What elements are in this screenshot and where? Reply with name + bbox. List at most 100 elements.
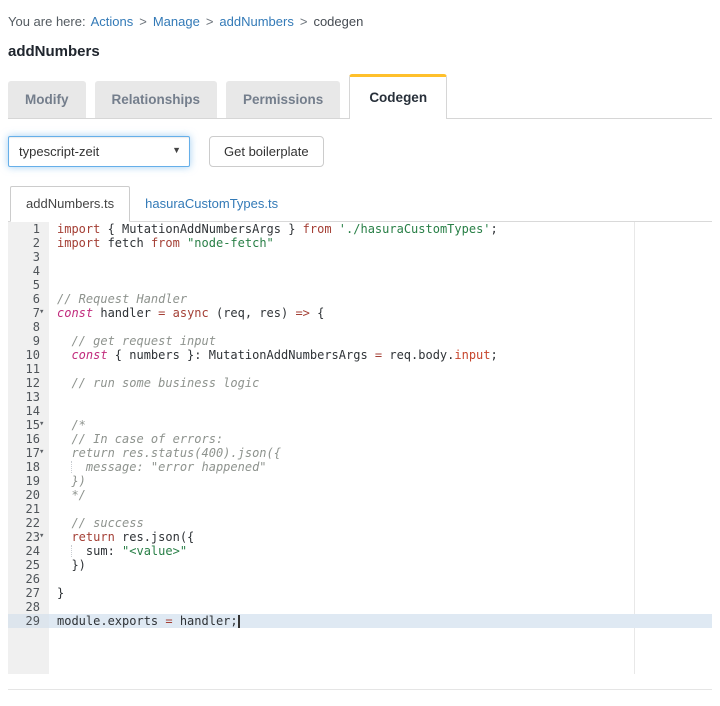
- code-text[interactable]: [49, 572, 712, 586]
- tab-relationships[interactable]: Relationships: [95, 81, 218, 118]
- gutter-cell: 28: [8, 600, 49, 614]
- code-line[interactable]: 23▾ return res.json({: [8, 530, 712, 544]
- code-line[interactable]: 11: [8, 362, 712, 376]
- code-line[interactable]: 25 }): [8, 558, 712, 572]
- line-number: 20: [8, 488, 49, 502]
- file-tabs: addNumbers.tshasuraCustomTypes.ts: [8, 186, 712, 222]
- code-text[interactable]: /*: [49, 418, 712, 432]
- gutter-cell: 21: [8, 502, 49, 516]
- fold-arrow-icon[interactable]: ▾: [39, 529, 49, 543]
- code-line[interactable]: 19 }): [8, 474, 712, 488]
- gutter-cell: 13: [8, 390, 49, 404]
- code-text[interactable]: // success: [49, 516, 712, 530]
- gutter-cell: 19: [8, 474, 49, 488]
- code-text[interactable]: const { numbers }: MutationAddNumbersArg…: [49, 348, 712, 362]
- code-text[interactable]: // get request input: [49, 334, 712, 348]
- gutter-cell: 14: [8, 404, 49, 418]
- breadcrumb-separator: >: [139, 14, 147, 29]
- breadcrumb-separator: >: [206, 14, 214, 29]
- line-number: 2: [8, 236, 49, 250]
- divider: [8, 689, 712, 690]
- gutter-cell: 16: [8, 432, 49, 446]
- line-number: 13: [8, 390, 49, 404]
- fold-arrow-icon[interactable]: ▾: [39, 445, 49, 459]
- code-line[interactable]: 9 // get request input: [8, 334, 712, 348]
- code-line[interactable]: 21: [8, 502, 712, 516]
- code-line[interactable]: 5: [8, 278, 712, 292]
- code-text[interactable]: // run some business logic: [49, 376, 712, 390]
- code-line[interactable]: 27}: [8, 586, 712, 600]
- code-line[interactable]: 13: [8, 390, 712, 404]
- code-text[interactable]: return res.status(400).json({: [49, 446, 712, 460]
- code-line[interactable]: 10 const { numbers }: MutationAddNumbers…: [8, 348, 712, 362]
- gutter-cell: 25: [8, 558, 49, 572]
- code-text[interactable]: [49, 264, 712, 278]
- code-text[interactable]: message: "error happened": [49, 460, 712, 474]
- code-line[interactable]: 2import fetch from "node-fetch": [8, 236, 712, 250]
- fold-arrow-icon[interactable]: ▾: [39, 305, 49, 319]
- gutter-cell: 23▾: [8, 530, 49, 544]
- breadcrumb-items: Actions>Manage>addNumbers>codegen: [91, 14, 364, 29]
- code-text[interactable]: module.exports = handler;: [49, 614, 712, 628]
- tab-modify[interactable]: Modify: [8, 81, 86, 118]
- gutter-cell: 5: [8, 278, 49, 292]
- code-text[interactable]: const handler = async (req, res) => {: [49, 306, 712, 320]
- code-text[interactable]: [49, 600, 712, 614]
- code-line[interactable]: 7▾const handler = async (req, res) => {: [8, 306, 712, 320]
- code-line[interactable]: 8: [8, 320, 712, 334]
- fold-arrow-icon[interactable]: ▾: [39, 417, 49, 431]
- code-line[interactable]: 15▾ /*: [8, 418, 712, 432]
- indent-guide: [71, 545, 72, 557]
- gutter-cell: 9: [8, 334, 49, 348]
- code-text[interactable]: return res.json({: [49, 530, 712, 544]
- file-tab-addNumbers.ts[interactable]: addNumbers.ts: [10, 186, 130, 222]
- code-text[interactable]: sum: "<value>": [49, 544, 712, 558]
- tab-codegen[interactable]: Codegen: [349, 74, 447, 119]
- code-text[interactable]: // Request Handler: [49, 292, 712, 306]
- line-number: 22: [8, 516, 49, 530]
- code-text[interactable]: [49, 278, 712, 292]
- code-line[interactable]: 12 // run some business logic: [8, 376, 712, 390]
- code-line[interactable]: 20 */: [8, 488, 712, 502]
- code-line[interactable]: 16 // In case of errors:: [8, 432, 712, 446]
- code-text[interactable]: import { MutationAddNumbersArgs } from '…: [49, 222, 712, 236]
- line-number: 14: [8, 404, 49, 418]
- code-line[interactable]: 4: [8, 264, 712, 278]
- get-boilerplate-button[interactable]: Get boilerplate: [209, 136, 324, 167]
- code-line[interactable]: 17▾ return res.status(400).json({: [8, 446, 712, 460]
- code-editor[interactable]: 1import { MutationAddNumbersArgs } from …: [8, 222, 712, 674]
- gutter-cell: 17▾: [8, 446, 49, 460]
- code-line[interactable]: 29module.exports = handler;: [8, 614, 712, 628]
- code-text[interactable]: [49, 250, 712, 264]
- code-text[interactable]: [49, 390, 712, 404]
- code-line[interactable]: 6// Request Handler: [8, 292, 712, 306]
- code-line[interactable]: 24 sum: "<value>": [8, 544, 712, 558]
- code-text[interactable]: import fetch from "node-fetch": [49, 236, 712, 250]
- code-text[interactable]: }): [49, 474, 712, 488]
- code-text[interactable]: */: [49, 488, 712, 502]
- code-text[interactable]: [49, 362, 712, 376]
- code-line[interactable]: 28: [8, 600, 712, 614]
- breadcrumb-item-addnumbers[interactable]: addNumbers: [219, 14, 293, 29]
- code-text[interactable]: [49, 320, 712, 334]
- code-text[interactable]: }): [49, 558, 712, 572]
- code-line[interactable]: 3: [8, 250, 712, 264]
- breadcrumb-prefix: You are here:: [8, 14, 86, 29]
- breadcrumb-item-actions[interactable]: Actions: [91, 14, 134, 29]
- file-tab-hasuraCustomTypes.ts[interactable]: hasuraCustomTypes.ts: [130, 187, 293, 221]
- code-text[interactable]: [49, 404, 712, 418]
- code-line[interactable]: 1import { MutationAddNumbersArgs } from …: [8, 222, 712, 236]
- code-line[interactable]: 14: [8, 404, 712, 418]
- code-line[interactable]: 22 // success: [8, 516, 712, 530]
- code-line[interactable]: 26: [8, 572, 712, 586]
- code-text[interactable]: // In case of errors:: [49, 432, 712, 446]
- tab-permissions[interactable]: Permissions: [226, 81, 340, 118]
- codegen-framework-select[interactable]: typescript-zeit: [8, 136, 190, 167]
- line-number: 27: [8, 586, 49, 600]
- gutter-cell: 11: [8, 362, 49, 376]
- code-text[interactable]: [49, 502, 712, 516]
- line-number: 3: [8, 250, 49, 264]
- code-text[interactable]: }: [49, 586, 712, 600]
- breadcrumb-item-manage[interactable]: Manage: [153, 14, 200, 29]
- code-line[interactable]: 18 message: "error happened": [8, 460, 712, 474]
